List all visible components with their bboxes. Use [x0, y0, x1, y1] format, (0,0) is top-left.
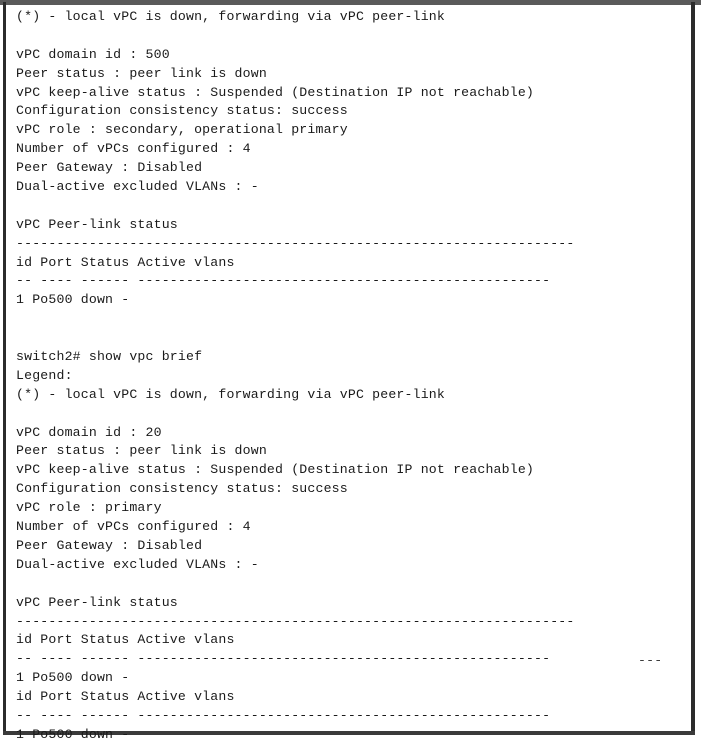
terminal-line: vPC domain id : 20 [16, 424, 162, 440]
terminal-line: Configuration consistency status: succes… [16, 103, 348, 119]
terminal-line: id Port Status Active vlans [16, 689, 235, 705]
terminal-line: -- ---- ------ -------------------------… [16, 707, 551, 723]
terminal-line: -- ---- ------ -------------------------… [16, 651, 551, 667]
terminal-line: Dual-active excluded VLANs : - [16, 179, 259, 195]
terminal-line: id Port Status Active vlans [16, 632, 235, 648]
terminal-line: Dual-active excluded VLANs : - [16, 556, 259, 572]
terminal-line: vPC Peer-link status [16, 594, 178, 610]
terminal-line: Number of vPCs configured : 4 [16, 519, 251, 535]
terminal-line: Peer Gateway : Disabled [16, 160, 203, 176]
terminal-line: Legend: [16, 367, 73, 383]
terminal-line: switch2# show vpc brief [16, 349, 203, 365]
terminal-line: Peer Gateway : Disabled [16, 537, 203, 553]
terminal-line: vPC role : primary [16, 500, 162, 516]
terminal-line: Configuration consistency status: succes… [16, 481, 348, 497]
terminal-line: 1 Po500 down - [16, 670, 130, 686]
frame-top-border [0, 0, 701, 5]
terminal-line: vPC domain id : 500 [16, 46, 170, 62]
terminal-line: (*) - local vPC is down, forwarding via … [16, 386, 445, 402]
terminal-line: vPC keep-alive status : Suspended (Desti… [16, 84, 535, 100]
terminal-line: (*) - local vPC is down, forwarding via … [16, 9, 445, 24]
stray-dash-fragment: --- [638, 653, 663, 668]
terminal-screenshot: (*) - local vPC is down, forwarding via … [0, 0, 701, 742]
terminal-line: Peer status : peer link is down [16, 443, 267, 459]
terminal-line: 1 Po500 down - [16, 292, 130, 308]
terminal-line: 1 Po500 down - [16, 726, 130, 742]
frame-left-border [3, 2, 6, 735]
terminal-line: ----------------------------------------… [16, 613, 575, 629]
terminal-line: Number of vPCs configured : 4 [16, 141, 251, 157]
terminal-line: -- ---- ------ -------------------------… [16, 273, 551, 289]
frame-right-border [691, 2, 695, 735]
terminal-line: Peer status : peer link is down [16, 65, 267, 81]
terminal-line: vPC role : secondary, operational primar… [16, 122, 348, 138]
terminal-line: ----------------------------------------… [16, 235, 575, 251]
terminal-output: (*) - local vPC is down, forwarding via … [16, 8, 691, 742]
terminal-line: vPC keep-alive status : Suspended (Desti… [16, 462, 535, 478]
terminal-line: id Port Status Active vlans [16, 254, 235, 270]
terminal-line: vPC Peer-link status [16, 216, 178, 232]
